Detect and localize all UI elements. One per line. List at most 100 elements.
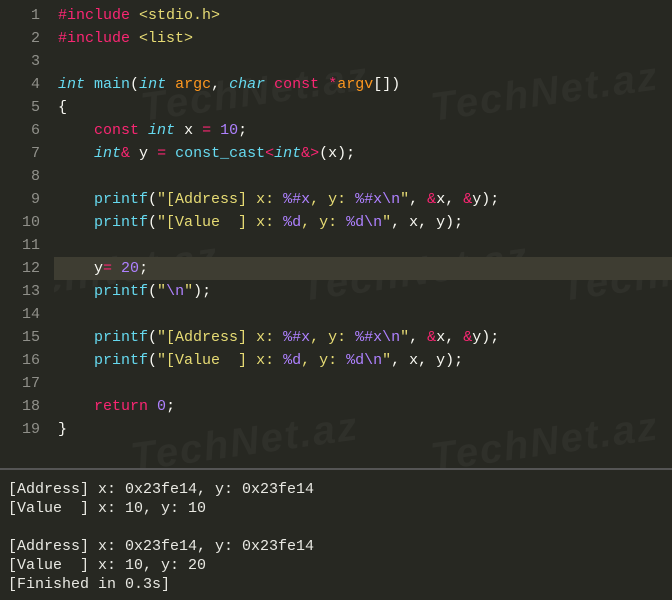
code-token: , — [409, 329, 427, 346]
code-token: } — [58, 421, 67, 438]
output-line: [Value ] x: 10, y: 20 — [8, 556, 664, 575]
code-token: main — [94, 76, 130, 93]
code-token: * — [328, 76, 337, 93]
code-token: "[Address] x: — [157, 329, 283, 346]
code-token: ( — [148, 191, 157, 208]
code-line[interactable]: #include <stdio.h> — [54, 4, 672, 27]
code-area[interactable]: #include <stdio.h>#include <list> int mai… — [54, 0, 672, 468]
code-token: include — [67, 30, 130, 47]
code-token: & — [463, 329, 472, 346]
code-line[interactable]: #include <list> — [54, 27, 672, 50]
line-number: 15 — [6, 326, 40, 349]
code-token: return — [94, 398, 148, 415]
code-line[interactable]: printf("[Address] x: %#x, y: %#x\n", &x,… — [54, 326, 672, 349]
code-line[interactable] — [54, 234, 672, 257]
code-line[interactable]: printf("[Value ] x: %d, y: %d\n", x, y); — [54, 211, 672, 234]
code-editor[interactable]: 12345678910111213141516171819 #include <… — [0, 0, 672, 470]
code-token: y — [58, 260, 103, 277]
code-token: ; — [139, 260, 148, 277]
code-token: int — [139, 76, 166, 93]
code-token: %#x — [355, 329, 382, 346]
code-line[interactable] — [54, 303, 672, 326]
line-number-gutter: 12345678910111213141516171819 — [0, 0, 54, 468]
code-line[interactable]: printf("\n"); — [54, 280, 672, 303]
code-token: { — [58, 99, 67, 116]
code-token: printf — [94, 214, 148, 231]
code-token — [211, 122, 220, 139]
code-token: ( — [148, 283, 157, 300]
code-token: %#x — [283, 329, 310, 346]
code-token — [58, 329, 94, 346]
code-line[interactable]: printf("[Address] x: %#x, y: %#x\n", &x,… — [54, 188, 672, 211]
line-number: 5 — [6, 96, 40, 119]
line-number: 6 — [6, 119, 40, 142]
code-line[interactable] — [54, 165, 672, 188]
code-token: ( — [148, 214, 157, 231]
code-token: printf — [94, 283, 148, 300]
code-token: "[Value ] x: — [157, 214, 283, 231]
line-number: 18 — [6, 395, 40, 418]
code-token — [58, 352, 94, 369]
code-line[interactable] — [54, 50, 672, 73]
line-number: 16 — [6, 349, 40, 372]
code-token: int — [94, 145, 121, 162]
code-line[interactable]: y= 20; — [54, 257, 672, 280]
code-token: < — [265, 145, 274, 162]
code-line[interactable]: return 0; — [54, 395, 672, 418]
code-token: x — [175, 122, 202, 139]
code-line[interactable] — [54, 372, 672, 395]
code-token: []) — [373, 76, 400, 93]
code-token: 0 — [157, 398, 166, 415]
code-token — [166, 145, 175, 162]
code-line[interactable]: { — [54, 96, 672, 119]
line-number: 12 — [6, 257, 40, 280]
code-token: = — [202, 122, 211, 139]
code-token: " — [157, 283, 166, 300]
code-line[interactable]: int& y = const_cast<int&>(x); — [54, 142, 672, 165]
code-token: x, — [436, 329, 463, 346]
code-line[interactable]: const int x = 10; — [54, 119, 672, 142]
line-number: 9 — [6, 188, 40, 211]
code-token: printf — [94, 329, 148, 346]
code-token: , — [409, 191, 427, 208]
output-line: [Value ] x: 10, y: 10 — [8, 499, 664, 518]
code-token: , y: — [301, 214, 346, 231]
code-token: \n — [382, 191, 400, 208]
code-token: # — [58, 30, 67, 47]
code-token: &> — [301, 145, 319, 162]
line-number: 10 — [6, 211, 40, 234]
code-token — [58, 214, 94, 231]
code-token: \n — [382, 329, 400, 346]
code-token: \n — [364, 352, 382, 369]
code-token: = — [157, 145, 166, 162]
code-line[interactable]: int main(int argc, char const *argv[]) — [54, 73, 672, 96]
code-line[interactable]: } — [54, 418, 672, 441]
code-token — [58, 191, 94, 208]
code-token: 20 — [121, 260, 139, 277]
code-token: %d — [346, 214, 364, 231]
line-number: 13 — [6, 280, 40, 303]
code-token — [139, 122, 148, 139]
code-token: ; — [238, 122, 247, 139]
code-token: ( — [130, 76, 139, 93]
code-token: " — [400, 329, 409, 346]
line-number: 7 — [6, 142, 40, 165]
output-line: [Address] x: 0x23fe14, y: 0x23fe14 — [8, 480, 664, 499]
code-line[interactable]: printf("[Value ] x: %d, y: %d\n", x, y); — [54, 349, 672, 372]
code-token: & — [121, 145, 130, 162]
code-token: %d — [283, 214, 301, 231]
code-token — [148, 398, 157, 415]
code-token: "[Value ] x: — [157, 352, 283, 369]
code-token: int — [148, 122, 175, 139]
code-token: , x, y); — [391, 352, 463, 369]
code-token — [58, 122, 94, 139]
code-token — [85, 76, 94, 93]
code-token — [130, 30, 139, 47]
code-token: argv — [337, 76, 373, 93]
code-token — [112, 260, 121, 277]
code-token: , — [211, 76, 229, 93]
code-token: " — [382, 352, 391, 369]
code-token: int — [58, 76, 85, 93]
code-token: y); — [472, 191, 499, 208]
code-token: & — [427, 329, 436, 346]
